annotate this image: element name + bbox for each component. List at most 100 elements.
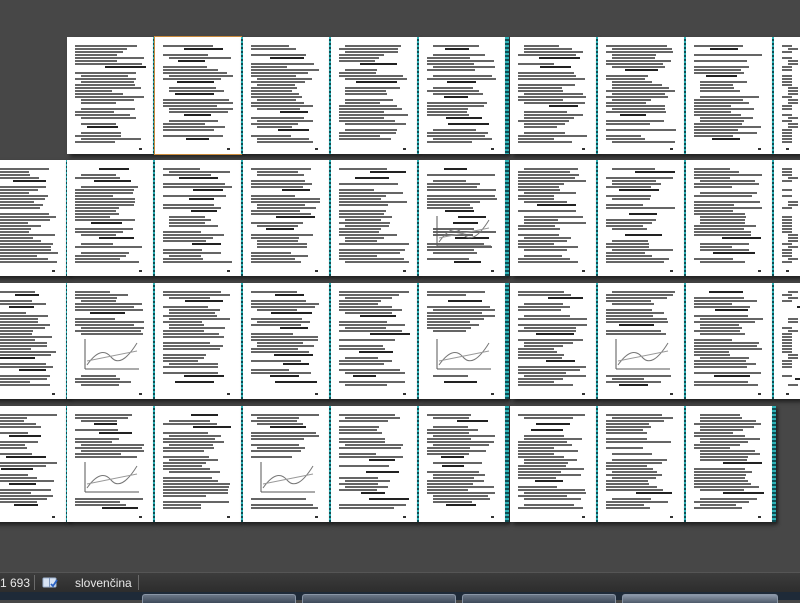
text-line <box>0 303 46 305</box>
page-thumbnail[interactable] <box>510 37 596 154</box>
text-line <box>75 96 144 98</box>
text-line <box>518 447 554 449</box>
text-line <box>694 171 739 173</box>
text-line <box>433 474 485 476</box>
text-line <box>606 51 673 53</box>
page-thumbnail[interactable] <box>331 406 417 522</box>
taskbar-button-active[interactable] <box>622 594 778 603</box>
proofing-book-icon[interactable] <box>40 575 60 590</box>
text-line <box>427 114 469 116</box>
heading-line <box>444 168 467 170</box>
page-thumbnail[interactable] <box>243 37 329 154</box>
text-line <box>0 291 35 293</box>
page-figure <box>612 337 672 373</box>
language-indicator[interactable]: slovenčina <box>75 576 132 590</box>
page-thumbnail[interactable] <box>243 283 329 399</box>
text-line <box>163 465 202 467</box>
heading-line <box>723 492 765 494</box>
page-thumbnail[interactable] <box>510 406 596 522</box>
page-thumbnail[interactable] <box>243 160 329 276</box>
page-thumbnail[interactable] <box>67 283 153 399</box>
page-thumbnail[interactable] <box>243 406 329 522</box>
text-line <box>163 249 202 251</box>
page-thumbnail[interactable] <box>598 37 684 154</box>
page-thumbnail[interactable] <box>155 406 241 522</box>
text-line <box>339 222 390 224</box>
text-line <box>518 468 584 470</box>
page-thumbnail[interactable] <box>419 406 505 522</box>
page-thumbnail[interactable] <box>774 283 800 399</box>
heading-line <box>619 384 649 386</box>
page-thumbnail[interactable] <box>419 283 505 399</box>
text-line <box>345 372 405 374</box>
page-thumbnail[interactable] <box>331 283 417 399</box>
text-line <box>524 117 574 119</box>
text-line <box>518 330 576 332</box>
text-line <box>606 186 651 188</box>
text-line <box>606 246 649 248</box>
page-thumbnail[interactable] <box>0 406 66 522</box>
page-thumbnail[interactable] <box>686 283 772 399</box>
page-thumbnail[interactable] <box>67 160 153 276</box>
page-thumbnail[interactable] <box>510 160 596 276</box>
text-line <box>0 216 56 218</box>
text-line <box>433 375 468 377</box>
text-line <box>606 261 664 263</box>
text-line <box>75 438 119 440</box>
text-line <box>700 84 733 86</box>
taskbar-button[interactable] <box>142 594 296 603</box>
page-thumbnail[interactable] <box>67 37 153 154</box>
text-line <box>427 186 477 188</box>
taskbar-button[interactable] <box>462 594 616 603</box>
page-thumbnail[interactable] <box>419 37 505 154</box>
text-line <box>81 117 136 119</box>
text-line <box>163 468 210 470</box>
text-line <box>612 81 652 83</box>
page-thumbnail[interactable] <box>155 37 241 154</box>
page-thumbnail[interactable] <box>686 37 772 154</box>
text-line <box>518 450 578 452</box>
document-workspace[interactable] <box>0 0 800 572</box>
text-line <box>169 216 205 218</box>
page-thumbnail[interactable] <box>598 160 684 276</box>
text-line <box>339 345 383 347</box>
text-line <box>782 129 792 131</box>
page-thumbnail[interactable] <box>686 160 772 276</box>
page-thumbnail[interactable] <box>0 160 66 276</box>
page-thumbnail[interactable] <box>686 406 772 522</box>
page-thumbnail[interactable] <box>67 406 153 522</box>
text-line <box>427 492 495 494</box>
text-line <box>0 351 56 353</box>
heading-line <box>369 498 409 500</box>
page-thumbnail[interactable] <box>774 160 800 276</box>
page-thumbnail[interactable] <box>0 283 66 399</box>
text-line <box>251 180 305 182</box>
page-thumbnail[interactable] <box>598 283 684 399</box>
text-line <box>782 342 792 344</box>
text-line <box>518 228 560 230</box>
page-thumbnail[interactable] <box>774 37 800 154</box>
text-line <box>0 384 50 386</box>
page-thumbnail[interactable] <box>419 160 505 276</box>
page-thumbnail[interactable] <box>598 406 684 522</box>
taskbar-button[interactable] <box>302 594 456 603</box>
page-thumbnail[interactable] <box>331 37 417 154</box>
text-line <box>612 303 654 305</box>
page-thumbnail[interactable] <box>510 283 596 399</box>
text-line <box>518 318 587 320</box>
page-thumbnail[interactable] <box>155 160 241 276</box>
page-thumbnail[interactable] <box>331 160 417 276</box>
text-line <box>0 330 33 332</box>
text-line <box>788 258 798 260</box>
heading-line <box>193 189 224 191</box>
text-line <box>606 426 651 428</box>
text-line <box>251 183 312 185</box>
text-line <box>169 471 220 473</box>
text-line <box>339 48 398 50</box>
page-thumbnail[interactable] <box>155 283 241 399</box>
text-line <box>606 447 643 449</box>
word-count[interactable]: 1 693 <box>0 576 30 590</box>
text-line <box>81 300 116 302</box>
text-line <box>606 297 667 299</box>
heading-line <box>536 423 570 425</box>
